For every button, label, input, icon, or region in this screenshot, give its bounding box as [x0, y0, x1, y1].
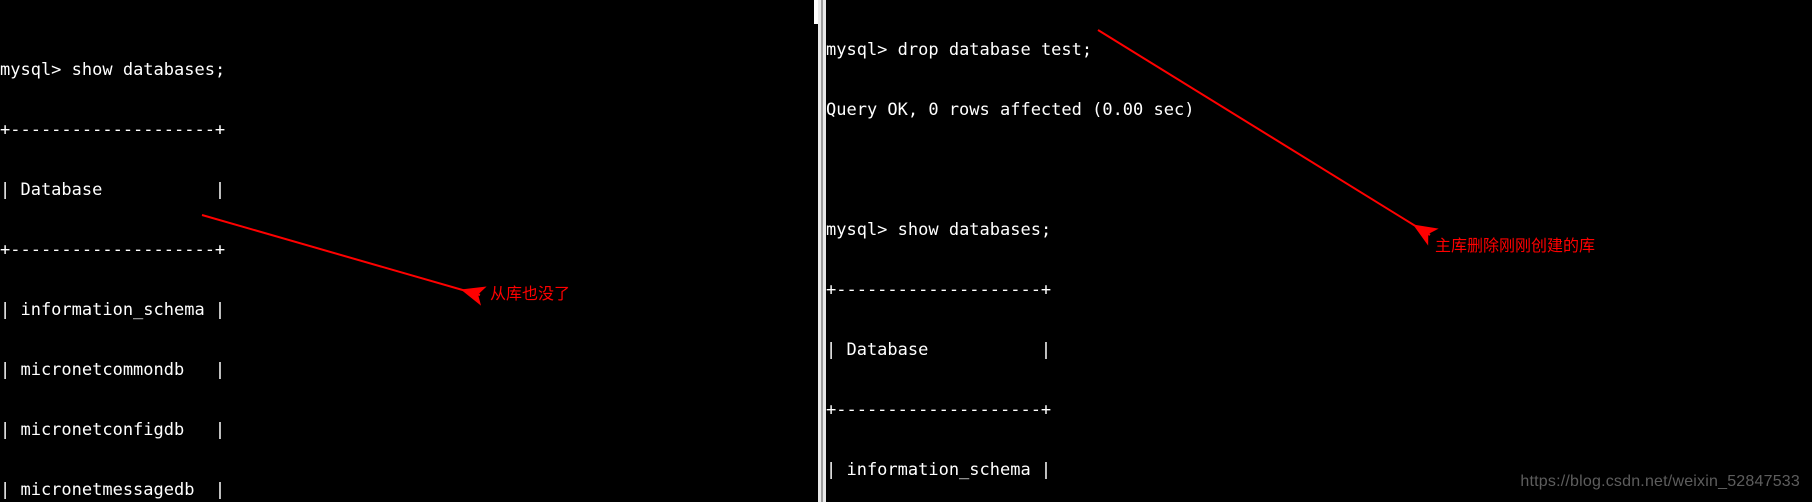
terminal-line: +--------------------+	[0, 120, 818, 140]
terminal-line: +--------------------+	[826, 400, 1812, 420]
terminal-line: +--------------------+	[826, 280, 1812, 300]
terminal-line: | Database |	[0, 180, 818, 200]
terminal-line: mysql> drop database test;	[826, 40, 1812, 60]
terminal-line: Query OK, 0 rows affected (0.00 sec)	[826, 100, 1812, 120]
terminal-line: | information_schema |	[0, 300, 818, 320]
right-terminal-pane[interactable]: mysql> drop database test; Query OK, 0 r…	[826, 0, 1812, 502]
left-terminal-pane[interactable]: mysql> show databases; +----------------…	[0, 0, 818, 502]
terminal-line: | micronetmessagedb |	[0, 480, 818, 500]
watermark: https://blog.csdn.net/weixin_52847533	[1520, 472, 1800, 492]
terminal-line: | Database |	[826, 340, 1812, 360]
terminal-line: +--------------------+	[0, 240, 818, 260]
pane-separator[interactable]	[818, 0, 826, 502]
terminal-line: mysql> show databases;	[826, 220, 1812, 240]
terminal-line: mysql> show databases;	[0, 60, 818, 80]
terminal-line: | micronetconfigdb |	[0, 420, 818, 440]
terminal-line: | micronetcommondb |	[0, 360, 818, 380]
terminal-line	[826, 160, 1812, 180]
